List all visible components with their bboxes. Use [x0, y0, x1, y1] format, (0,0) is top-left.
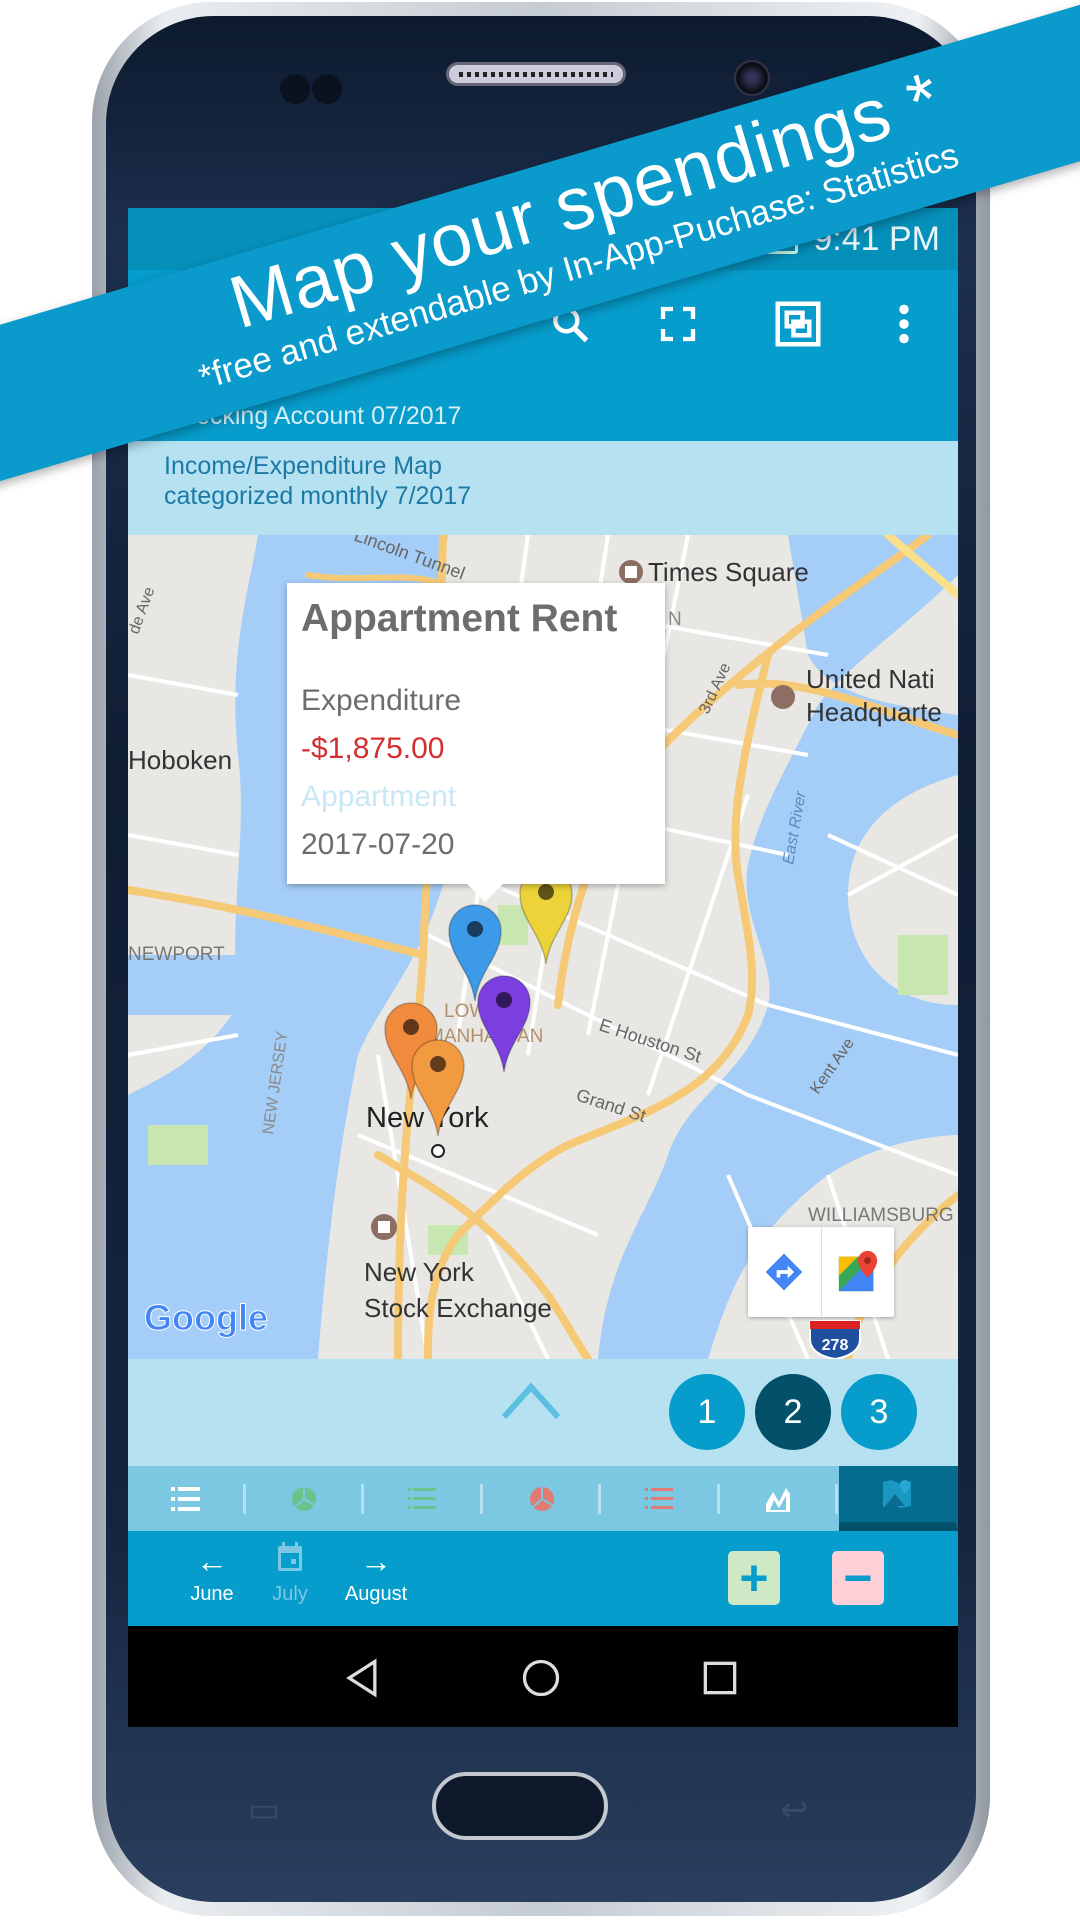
- tab-expense-pie[interactable]: [484, 1466, 603, 1531]
- sensor: [312, 74, 342, 104]
- recents-icon[interactable]: [698, 1656, 742, 1700]
- map-label-houston: E Houston St: [597, 1015, 704, 1067]
- app-screen: 9:41 PM Checking Account 07/2017 Income/…: [128, 208, 958, 1727]
- pie-red-icon: [529, 1486, 554, 1511]
- tab-income-list[interactable]: [365, 1466, 484, 1531]
- hardware-back-key-icon[interactable]: ↩: [780, 1790, 809, 1830]
- highway-number: 278: [822, 1337, 849, 1354]
- map-label-grand: Grand St: [574, 1085, 649, 1126]
- blue-pin-dot: [467, 921, 483, 937]
- tab-map[interactable]: [839, 1466, 958, 1531]
- open-google-maps-button[interactable]: [822, 1227, 895, 1317]
- pie-green-icon: [292, 1486, 317, 1511]
- view-tabs: [128, 1466, 958, 1531]
- page-button-3[interactable]: 3: [841, 1374, 917, 1450]
- sensor: [280, 74, 310, 104]
- map-label-williamsburg: WILLIAMSBURG: [808, 1205, 954, 1226]
- tab-line-chart[interactable]: [721, 1466, 840, 1531]
- expand-up-chevron-icon[interactable]: [500, 1381, 562, 1426]
- yellow-pin-dot: [538, 884, 554, 900]
- select-area-icon[interactable]: [768, 294, 828, 354]
- info-category: Appartment: [301, 780, 457, 813]
- info-amount: -$1,875.00: [301, 732, 445, 765]
- map-label-nyse-2: Stock Exchange: [364, 1293, 552, 1323]
- map-header-subtitle: categorized monthly 7/2017: [164, 482, 472, 510]
- info-type: Expenditure: [301, 684, 462, 717]
- map-toolbar: [748, 1227, 894, 1317]
- fullscreen-icon[interactable]: [648, 294, 708, 354]
- info-window[interactable]: Appartment Rent Expenditure -$1,875.00 A…: [287, 583, 665, 902]
- month-navigation-bar: ← June July → August + −: [128, 1531, 958, 1626]
- add-expense-button[interactable]: −: [832, 1550, 884, 1606]
- info-title: Appartment Rent: [301, 597, 618, 640]
- google-logo: Google: [144, 1297, 268, 1338]
- google-maps-icon: [838, 1250, 877, 1292]
- info-date: 2017-07-20: [301, 828, 455, 861]
- arrow-right-icon: →: [360, 1543, 392, 1579]
- page-button-2[interactable]: 2: [755, 1374, 831, 1450]
- line-chart-icon: [765, 1487, 790, 1512]
- add-income-button[interactable]: +: [728, 1550, 780, 1606]
- calendar-icon: [245, 1541, 335, 1583]
- list-numbered-icon: [170, 1486, 200, 1511]
- orange-pin-dot: [403, 1019, 419, 1035]
- tab-expense-list[interactable]: [602, 1466, 721, 1531]
- map-header-title: Income/Expenditure Map: [164, 452, 442, 480]
- map-header: Income/Expenditure Map categorized month…: [128, 441, 958, 535]
- current-month-button[interactable]: July: [245, 1541, 335, 1606]
- map-label-hoboken: Hoboken: [128, 745, 232, 775]
- map-label-nyse-1: New York: [364, 1257, 475, 1287]
- purple-pin-dot: [496, 992, 512, 1008]
- current-month-label: July: [272, 1583, 308, 1605]
- purple-pin[interactable]: [477, 975, 531, 1073]
- map-label-times-square: Times Square: [648, 557, 809, 587]
- list-red-icon: [645, 1487, 674, 1509]
- hardware-home-button[interactable]: [432, 1772, 608, 1840]
- directions-icon: [765, 1253, 803, 1291]
- pager-bar: 1 2 3: [128, 1359, 958, 1466]
- arrow-left-icon: ←: [196, 1543, 228, 1579]
- system-navigation-bar: [128, 1626, 958, 1727]
- highway-shield: 278: [809, 1320, 861, 1359]
- next-month-button[interactable]: → August: [331, 1541, 421, 1606]
- directions-button[interactable]: [748, 1227, 822, 1317]
- previous-month-button[interactable]: ← June: [167, 1541, 257, 1606]
- orange-pin-2-dot: [430, 1056, 446, 1072]
- home-icon[interactable]: [519, 1656, 563, 1700]
- map-label-avenue: de Ave: [128, 585, 158, 637]
- front-camera: [734, 60, 770, 96]
- tab-income-pie[interactable]: [247, 1466, 366, 1531]
- map-label-midtown: N: [668, 609, 682, 630]
- map-label-un-1: United Nati: [806, 664, 935, 694]
- back-icon[interactable]: [340, 1656, 384, 1700]
- tab-list[interactable]: [128, 1466, 247, 1531]
- list-green-icon: [407, 1487, 436, 1509]
- map-view[interactable]: Lincoln Tunnel de Ave 3rd Ave East River…: [128, 535, 958, 1359]
- map-icon: [883, 1480, 912, 1508]
- previous-month-label: June: [190, 1583, 234, 1605]
- hardware-recents-key-icon[interactable]: ▭: [248, 1790, 280, 1830]
- map-label-un-2: Headquarte: [806, 697, 942, 727]
- next-month-label: August: [344, 1583, 408, 1605]
- earpiece-speaker: [446, 62, 626, 86]
- page-button-1[interactable]: 1: [669, 1374, 745, 1450]
- map-label-newport: NEWPORT: [128, 944, 225, 965]
- more-vert-icon[interactable]: [874, 294, 934, 354]
